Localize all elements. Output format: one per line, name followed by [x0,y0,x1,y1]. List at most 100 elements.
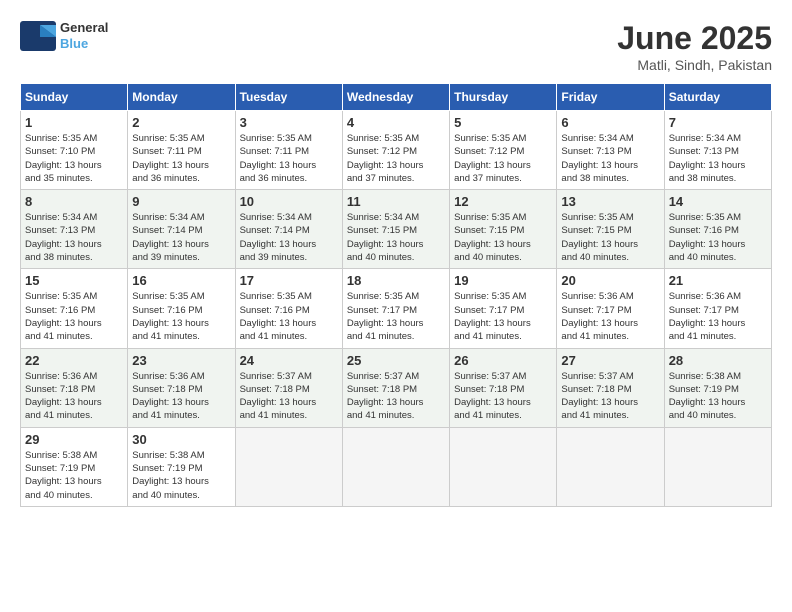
day-info: Sunrise: 5:37 AM Sunset: 7:18 PM Dayligh… [454,370,552,423]
day-number: 4 [347,115,445,130]
day-number: 1 [25,115,123,130]
location-title: Matli, Sindh, Pakistan [617,57,772,73]
calendar-header-row: Sunday Monday Tuesday Wednesday Thursday… [21,84,772,111]
table-row: 5Sunrise: 5:35 AM Sunset: 7:12 PM Daylig… [450,111,557,190]
logo-icon [20,21,56,51]
table-row: 17 Sunrise: 5:35 AM Sunset: 7:16 PM Dayli… [235,269,342,348]
table-row: 2 Sunrise: 5:35 AM Sunset: 7:11 PM Daylig… [128,111,235,190]
day-info: Sunrise: 5:35 AM Sunset: 7:17 PM Dayligh… [454,290,552,343]
table-row: 23 Sunrise: 5:36 AM Sunset: 7:18 PM Dayli… [128,348,235,427]
table-row: 13 Sunrise: 5:35 AM Sunset: 7:15 PM Dayli… [557,190,664,269]
day-info: Sunrise: 5:38 AM Sunset: 7:19 PM Dayligh… [25,449,123,502]
table-row: 29 Sunrise: 5:38 AM Sunset: 7:19 PM Dayli… [21,427,128,506]
table-row [235,427,342,506]
table-row [557,427,664,506]
table-row: 25 Sunrise: 5:37 AM Sunset: 7:18 PM Dayli… [342,348,449,427]
page-header: General Blue June 2025 Matli, Sindh, Pak… [20,20,772,73]
day-info: Sunrise: 5:37 AM Sunset: 7:18 PM Dayligh… [240,370,338,423]
calendar-week-row: 29 Sunrise: 5:38 AM Sunset: 7:19 PM Dayli… [21,427,772,506]
day-info: Sunrise: 5:38 AM Sunset: 7:19 PM Dayligh… [669,370,767,423]
calendar-week-row: 15 Sunrise: 5:35 AM Sunset: 7:16 PM Dayli… [21,269,772,348]
day-info: Sunrise: 5:38 AM Sunset: 7:19 PM Dayligh… [132,449,230,502]
day-number: 12 [454,194,552,209]
day-number: 9 [132,194,230,209]
day-number: 26 [454,353,552,368]
table-row: 4Sunrise: 5:35 AM Sunset: 7:12 PM Daylig… [342,111,449,190]
col-wednesday: Wednesday [342,84,449,111]
table-row: 22Sunrise: 5:36 AM Sunset: 7:18 PM Dayli… [21,348,128,427]
day-number: 6 [561,115,659,130]
day-number: 18 [347,273,445,288]
table-row: 16Sunrise: 5:35 AM Sunset: 7:16 PM Dayli… [128,269,235,348]
day-number: 8 [25,194,123,209]
col-tuesday: Tuesday [235,84,342,111]
table-row: 11Sunrise: 5:34 AM Sunset: 7:15 PM Dayli… [342,190,449,269]
logo-text: General Blue [60,20,108,51]
table-row: 30Sunrise: 5:38 AM Sunset: 7:19 PM Dayli… [128,427,235,506]
day-info: Sunrise: 5:35 AM Sunset: 7:16 PM Dayligh… [25,290,123,343]
day-number: 21 [669,273,767,288]
day-number: 10 [240,194,338,209]
table-row: 12 Sunrise: 5:35 AM Sunset: 7:15 PM Dayli… [450,190,557,269]
day-info: Sunrise: 5:35 AM Sunset: 7:15 PM Dayligh… [454,211,552,264]
day-number: 27 [561,353,659,368]
table-row: 15 Sunrise: 5:35 AM Sunset: 7:16 PM Dayli… [21,269,128,348]
table-row [342,427,449,506]
table-row: 18Sunrise: 5:35 AM Sunset: 7:17 PM Dayli… [342,269,449,348]
day-info: Sunrise: 5:36 AM Sunset: 7:17 PM Dayligh… [561,290,659,343]
day-info: Sunrise: 5:35 AM Sunset: 7:16 PM Dayligh… [240,290,338,343]
table-row: 20 Sunrise: 5:36 AM Sunset: 7:17 PM Dayli… [557,269,664,348]
day-number: 16 [132,273,230,288]
day-info: Sunrise: 5:34 AM Sunset: 7:13 PM Dayligh… [25,211,123,264]
day-number: 7 [669,115,767,130]
day-number: 20 [561,273,659,288]
month-title: June 2025 [617,20,772,57]
day-info: Sunrise: 5:36 AM Sunset: 7:18 PM Dayligh… [25,370,123,423]
day-number: 28 [669,353,767,368]
day-info: Sunrise: 5:37 AM Sunset: 7:18 PM Dayligh… [561,370,659,423]
logo: General Blue [20,20,108,51]
table-row: 27 Sunrise: 5:37 AM Sunset: 7:18 PM Dayli… [557,348,664,427]
table-row: 24 Sunrise: 5:37 AM Sunset: 7:18 PM Dayli… [235,348,342,427]
col-monday: Monday [128,84,235,111]
col-sunday: Sunday [21,84,128,111]
calendar-week-row: 22Sunrise: 5:36 AM Sunset: 7:18 PM Dayli… [21,348,772,427]
day-number: 23 [132,353,230,368]
table-row: 14 Sunrise: 5:35 AM Sunset: 7:16 PM Dayli… [664,190,771,269]
day-number: 24 [240,353,338,368]
day-number: 15 [25,273,123,288]
day-info: Sunrise: 5:35 AM Sunset: 7:11 PM Dayligh… [240,132,338,185]
table-row: 6Sunrise: 5:34 AM Sunset: 7:13 PM Daylig… [557,111,664,190]
calendar-table: Sunday Monday Tuesday Wednesday Thursday… [20,83,772,507]
day-info: Sunrise: 5:35 AM Sunset: 7:10 PM Dayligh… [25,132,123,185]
day-number: 14 [669,194,767,209]
table-row: 10Sunrise: 5:34 AM Sunset: 7:14 PM Dayli… [235,190,342,269]
col-thursday: Thursday [450,84,557,111]
calendar-week-row: 8 Sunrise: 5:34 AM Sunset: 7:13 PM Daylig… [21,190,772,269]
day-number: 17 [240,273,338,288]
day-info: Sunrise: 5:35 AM Sunset: 7:15 PM Dayligh… [561,211,659,264]
day-info: Sunrise: 5:34 AM Sunset: 7:14 PM Dayligh… [132,211,230,264]
day-info: Sunrise: 5:35 AM Sunset: 7:11 PM Dayligh… [132,132,230,185]
day-number: 11 [347,194,445,209]
calendar-week-row: 1 Sunrise: 5:35 AM Sunset: 7:10 PM Daylig… [21,111,772,190]
table-row [450,427,557,506]
col-friday: Friday [557,84,664,111]
day-number: 25 [347,353,445,368]
day-info: Sunrise: 5:35 AM Sunset: 7:16 PM Dayligh… [669,211,767,264]
day-number: 2 [132,115,230,130]
day-info: Sunrise: 5:37 AM Sunset: 7:18 PM Dayligh… [347,370,445,423]
table-row [664,427,771,506]
day-info: Sunrise: 5:34 AM Sunset: 7:13 PM Dayligh… [669,132,767,185]
col-saturday: Saturday [664,84,771,111]
day-number: 29 [25,432,123,447]
day-number: 3 [240,115,338,130]
day-info: Sunrise: 5:36 AM Sunset: 7:18 PM Dayligh… [132,370,230,423]
table-row: 1 Sunrise: 5:35 AM Sunset: 7:10 PM Daylig… [21,111,128,190]
table-row: 3 Sunrise: 5:35 AM Sunset: 7:11 PM Daylig… [235,111,342,190]
day-number: 19 [454,273,552,288]
day-number: 13 [561,194,659,209]
table-row: 21Sunrise: 5:36 AM Sunset: 7:17 PM Dayli… [664,269,771,348]
table-row: 19 Sunrise: 5:35 AM Sunset: 7:17 PM Dayli… [450,269,557,348]
table-row: 7 Sunrise: 5:34 AM Sunset: 7:13 PM Daylig… [664,111,771,190]
